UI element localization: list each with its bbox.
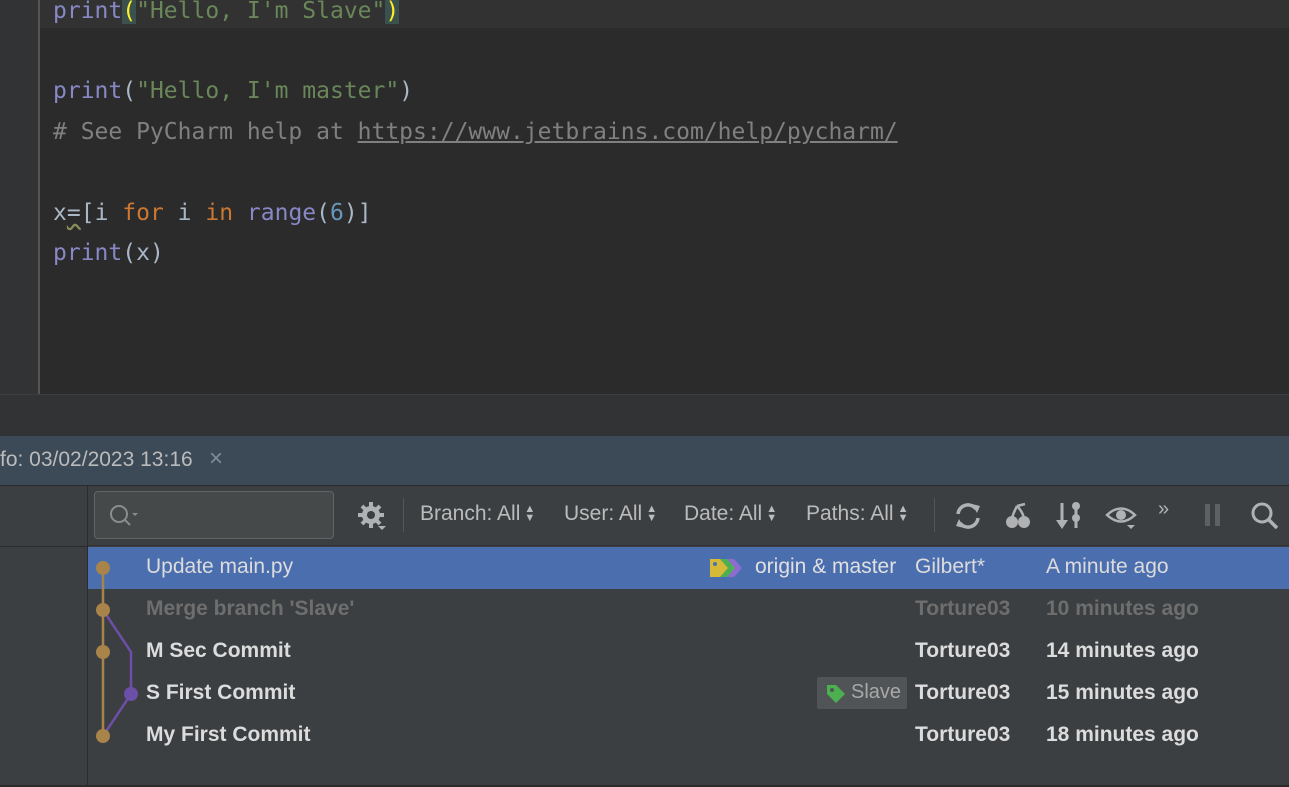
code-token: ): [399, 78, 414, 104]
branch-tag-label: Slave: [851, 681, 902, 703]
code-token: "Hello, I'm master": [136, 78, 400, 104]
toolbar-separator: [934, 498, 935, 532]
code-token: )]: [343, 200, 372, 226]
code-token: x: [53, 200, 67, 226]
commit-row[interactable]: Merge branch 'Slave' Torture03 10 minute…: [88, 589, 1289, 631]
code-token: print: [53, 78, 123, 104]
commit-row[interactable]: S First Commit Slave Torture03 15 minute…: [88, 673, 1289, 715]
tag-icon: [827, 685, 845, 703]
branch-ref-label: origin & master: [755, 555, 897, 578]
code-token: (: [122, 0, 137, 24]
refresh-icon[interactable]: [952, 500, 984, 532]
code-keyword: in: [205, 200, 234, 226]
commit-subject: Merge branch 'Slave': [146, 597, 355, 620]
chevron-updown-icon: ▲ ▼: [646, 503, 658, 525]
paths-filter-label: Paths: All: [806, 502, 894, 525]
branch-tag: Slave: [817, 677, 907, 709]
chevron-updown-icon: ▲ ▼: [524, 503, 536, 525]
tag-icon: [710, 559, 742, 577]
commit-date: 10 minutes ago: [1046, 597, 1199, 620]
branches-pane[interactable]: [0, 486, 88, 785]
search-field[interactable]: [94, 491, 334, 539]
cherry-pick-icon[interactable]: [1003, 500, 1035, 532]
code-keyword: for: [122, 200, 164, 226]
commit-row[interactable]: M Sec Commit Torture03 14 minutes ago: [88, 631, 1289, 673]
tab-title[interactable]: fo: 03/02/2023 13:16: [0, 448, 193, 472]
code-line-3[interactable]: # See PyCharm help at https://www.jetbra…: [53, 115, 898, 149]
code-line-5[interactable]: print(x): [53, 236, 164, 270]
code-token: print: [53, 0, 123, 24]
code-token: (x): [122, 240, 164, 266]
code-token: =: [66, 200, 81, 226]
commit-author: Torture03: [915, 597, 1011, 620]
commit-subject: My First Commit: [146, 723, 311, 746]
commit-date: A minute ago: [1046, 555, 1169, 578]
git-log-panel: Branch: All ▲ ▼ User: All ▲ ▼ Date: All ▲ ▼ Pa…: [0, 486, 1289, 785]
branch-filter-label: Branch: All: [420, 502, 521, 525]
chevron-updown-icon: ▲ ▼: [766, 503, 778, 525]
commit-row[interactable]: My First Commit Torture03 18 minutes ago: [88, 715, 1289, 757]
commit-subject: S First Commit: [146, 681, 296, 704]
commit-date: 18 minutes ago: [1046, 723, 1199, 746]
divider: [0, 546, 87, 547]
branch-filter[interactable]: Branch: All ▲ ▼: [420, 502, 535, 526]
sort-icon[interactable]: [1054, 500, 1086, 532]
code-line-1[interactable]: print("Hello, I'm Slave"): [53, 0, 400, 28]
user-filter-label: User: All: [564, 502, 643, 525]
commit-subject: Update main.py: [146, 555, 294, 578]
date-filter-label: Date: All: [684, 502, 763, 525]
commit-date: 15 minutes ago: [1046, 681, 1199, 704]
editor-bottom-band: [0, 394, 1289, 436]
search-icon[interactable]: [1249, 500, 1281, 532]
paths-filter[interactable]: Paths: All ▲ ▼: [806, 502, 908, 526]
commit-author: Torture03: [915, 639, 1011, 662]
commit-author: Gilbert*: [915, 555, 986, 578]
code-area[interactable]: print("Hello, I'm Slave") print("Hello, …: [53, 0, 898, 266]
code-token: range: [246, 200, 317, 226]
close-icon[interactable]: ×: [209, 445, 223, 473]
code-token: (: [122, 78, 137, 104]
toolbar-separator: [403, 498, 404, 532]
search-icon: [110, 505, 138, 526]
code-token: [i: [80, 200, 123, 226]
code-token: "Hello, I'm Slave": [136, 0, 386, 24]
commit-subject: M Sec Commit: [146, 639, 291, 662]
settings-icon[interactable]: [356, 500, 388, 532]
user-filter[interactable]: User: All ▲ ▼: [564, 502, 657, 526]
code-line-2[interactable]: print("Hello, I'm master"): [53, 74, 413, 108]
code-link[interactable]: https://www.jetbrains.com/help/pycharm/: [358, 119, 898, 145]
code-number: 6: [330, 200, 344, 226]
chevron-updown-icon: ▲ ▼: [897, 503, 909, 525]
code-token: ): [385, 0, 400, 24]
editor-gutter: [0, 0, 40, 394]
code-line-4[interactable]: x=[i for i in range(6)]: [53, 196, 372, 230]
code-token: i: [163, 200, 206, 226]
log-toolbar: Branch: All ▲ ▼ User: All ▲ ▼ Date: All ▲ ▼ Pa…: [88, 486, 1289, 546]
commit-date: 14 minutes ago: [1046, 639, 1199, 662]
code-editor[interactable]: print("Hello, I'm Slave") print("Hello, …: [0, 0, 1289, 394]
code-token: (: [316, 200, 331, 226]
pause-icon[interactable]: [1197, 500, 1229, 532]
code-comment: # See PyCharm help at: [53, 119, 358, 145]
git-log-tab-bar: fo: 03/02/2023 13:16 ×: [0, 436, 1289, 486]
commit-author: Torture03: [915, 681, 1011, 704]
code-token: print: [53, 240, 123, 266]
more-actions-icon[interactable]: »: [1158, 498, 1169, 521]
commit-author: Torture03: [915, 723, 1011, 746]
date-filter[interactable]: Date: All ▲ ▼: [684, 502, 777, 526]
search-input[interactable]: [143, 500, 327, 532]
commit-row[interactable]: Update main.py origin & master Gilbert* …: [88, 547, 1289, 589]
eye-icon[interactable]: [1105, 500, 1137, 532]
